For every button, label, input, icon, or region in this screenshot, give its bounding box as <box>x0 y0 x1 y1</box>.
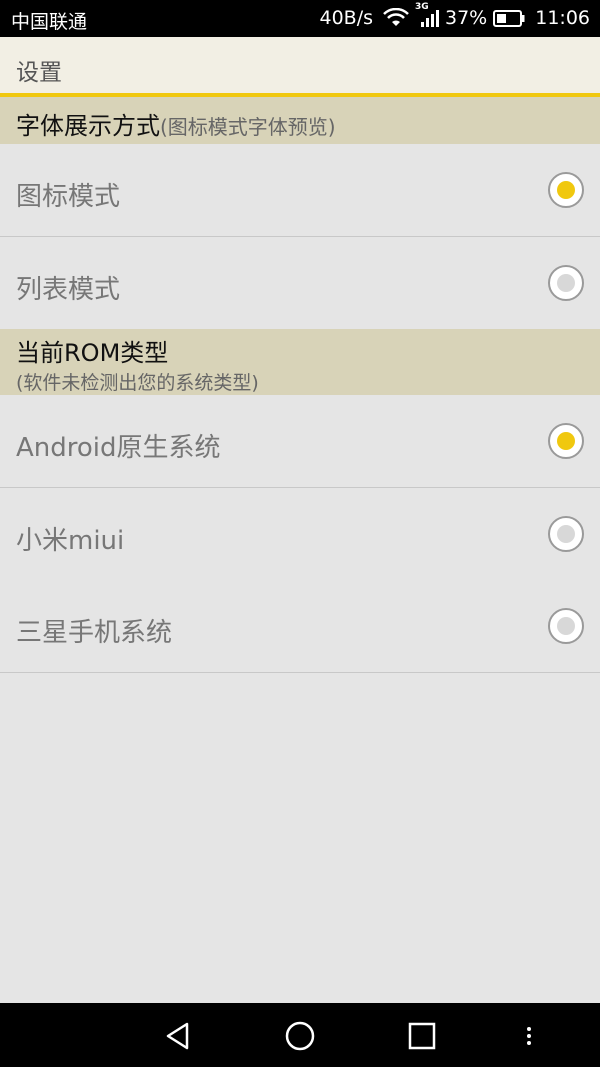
option-label: Android原生系统 <box>16 433 221 463</box>
battery-percent: 37% <box>445 7 488 29</box>
option-android[interactable]: Android原生系统 <box>0 395 600 488</box>
wifi-icon <box>383 8 409 26</box>
page-title: 设置 <box>16 60 62 86</box>
section-title: 当前ROM类型 <box>16 339 169 367</box>
network-type: 3G <box>415 2 429 12</box>
section-title: 字体展示方式 <box>16 112 160 140</box>
option-icon-mode[interactable]: 图标模式 <box>0 144 600 237</box>
section-header-rom: 当前ROM类型 (软件未检测出您的系统类型) <box>0 329 600 395</box>
radio-button[interactable] <box>548 516 584 552</box>
section-subtitle: (软件未检测出您的系统类型) <box>16 372 259 394</box>
back-icon[interactable] <box>160 1019 194 1053</box>
clock: 11:06 <box>535 7 590 29</box>
option-label: 列表模式 <box>16 275 121 305</box>
section-subtitle: (图标模式字体预览) <box>160 115 336 139</box>
carrier-name: 中国联通 <box>11 11 88 33</box>
option-list-mode[interactable]: 列表模式 <box>0 237 600 330</box>
radio-button[interactable] <box>548 608 584 644</box>
option-label: 三星手机系统 <box>16 618 173 648</box>
section-header-font: 字体展示方式(图标模式字体预览) <box>0 97 600 144</box>
radio-button[interactable] <box>548 172 584 208</box>
radio-button[interactable] <box>548 423 584 459</box>
title-bar: 设置 <box>0 37 600 97</box>
option-miui[interactable]: 小米miui <box>0 488 600 581</box>
option-label: 小米miui <box>16 526 125 556</box>
battery-icon <box>493 9 525 27</box>
option-label: 图标模式 <box>16 182 121 212</box>
status-right: 40B/s 3G 37% 11:06 <box>319 2 590 29</box>
network-speed: 40B/s <box>319 7 373 29</box>
signal-icon: 3G <box>415 2 441 28</box>
navigation-bar <box>0 1003 600 1067</box>
radio-button[interactable] <box>548 265 584 301</box>
status-bar: 中国联通 40B/s 3G 37% 11:06 <box>0 0 600 37</box>
option-samsung[interactable]: 三星手机系统 <box>0 580 600 673</box>
home-icon[interactable] <box>283 1019 317 1053</box>
menu-icon[interactable] <box>512 1019 546 1053</box>
recent-apps-icon[interactable] <box>405 1019 439 1053</box>
